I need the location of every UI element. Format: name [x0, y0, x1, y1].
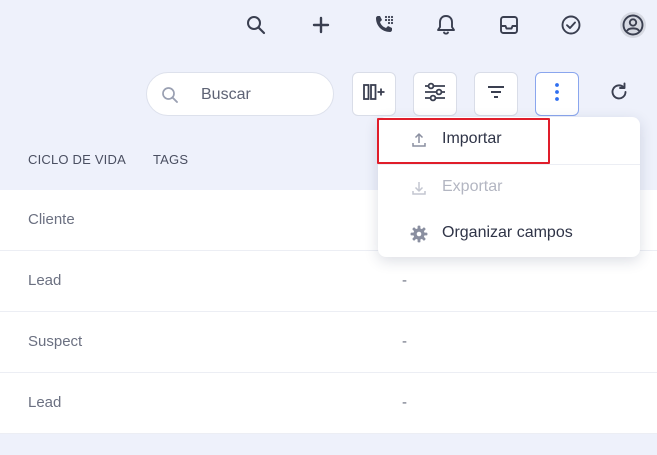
more-options-menu: Importar Exportar Organizar campos: [378, 117, 640, 257]
column-header-tags[interactable]: TAGS: [153, 152, 188, 167]
sort-lines-icon: [486, 84, 506, 105]
sort-button[interactable]: [474, 72, 518, 116]
refresh-icon: [609, 82, 629, 107]
lifecycle-cell: Cliente: [28, 211, 75, 228]
table-row[interactable]: Lead -: [0, 251, 657, 312]
tags-cell: -: [402, 272, 407, 289]
download-icon: [410, 179, 428, 197]
more-vertical-icon: [554, 82, 560, 107]
menu-item-organizar-campos[interactable]: Organizar campos: [378, 211, 640, 257]
search-icon[interactable]: [241, 10, 271, 40]
phone-dialpad-icon[interactable]: [369, 10, 399, 40]
add-column-button[interactable]: [352, 72, 396, 116]
search-box: [146, 72, 334, 116]
add-column-icon: [362, 82, 386, 107]
sliders-icon: [424, 82, 446, 107]
tags-cell: -: [402, 394, 407, 411]
menu-item-label: Exportar: [442, 178, 503, 195]
inbox-icon[interactable]: [494, 10, 524, 40]
search-icon: [161, 86, 179, 109]
bell-icon[interactable]: [431, 10, 461, 40]
menu-item-label: Organizar campos: [442, 224, 573, 241]
lifecycle-cell: Suspect: [28, 333, 83, 350]
top-bar: [0, 0, 657, 52]
user-avatar-icon[interactable]: [618, 10, 648, 40]
lifecycle-cell: Lead: [28, 394, 62, 411]
gear-icon: [410, 225, 428, 243]
menu-item-importar[interactable]: Importar: [378, 117, 640, 163]
upload-icon: [410, 131, 428, 149]
table-row[interactable]: Suspect -: [0, 312, 657, 373]
lifecycle-cell: Lead: [28, 272, 62, 289]
check-circle-icon[interactable]: [556, 10, 586, 40]
refresh-button[interactable]: [604, 79, 634, 109]
tags-cell: -: [402, 333, 407, 350]
menu-item-label: Importar: [442, 130, 502, 147]
filters-button[interactable]: [413, 72, 457, 116]
more-options-button[interactable]: [535, 72, 579, 116]
column-header-lifecycle[interactable]: CICLO DE VIDA: [28, 152, 126, 167]
search-input[interactable]: [201, 83, 321, 107]
table-row[interactable]: Lead -: [0, 373, 657, 434]
plus-icon[interactable]: [306, 10, 336, 40]
menu-item-exportar[interactable]: Exportar: [378, 165, 640, 211]
